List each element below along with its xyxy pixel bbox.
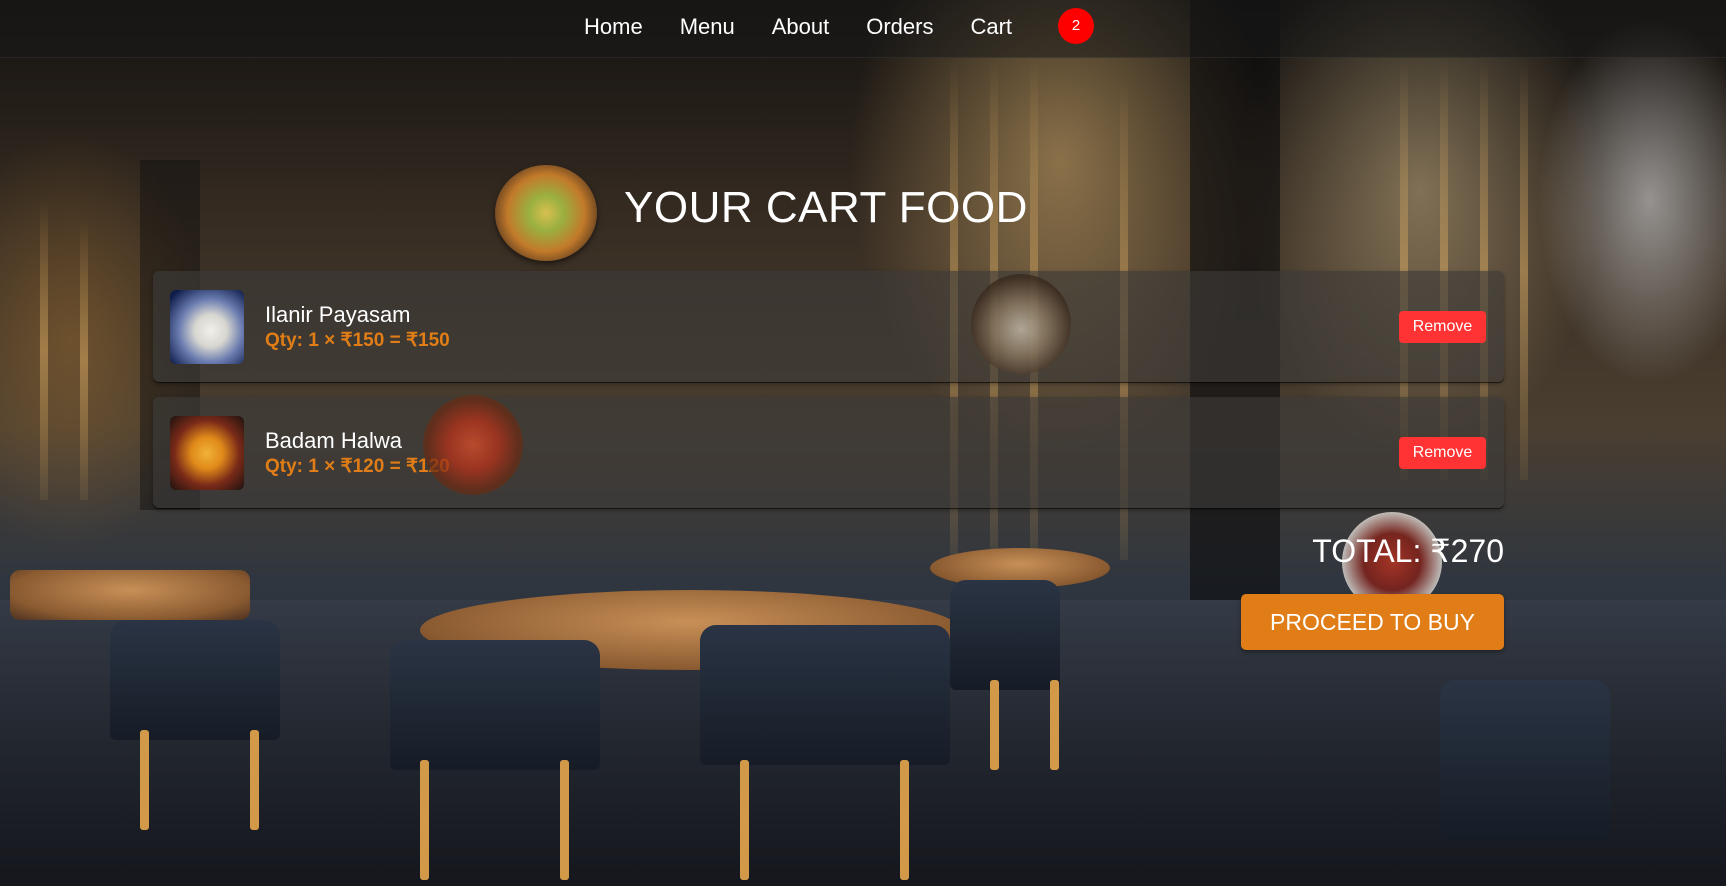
cart-item-list: Ilanir Payasam Qty: 1 × ₹150 = ₹150 Remo… <box>153 271 1504 523</box>
nav-menu-link[interactable]: Menu <box>680 14 735 40</box>
nav-orders-link[interactable]: Orders <box>866 14 933 40</box>
proceed-to-buy-button[interactable]: PROCEED TO BUY <box>1241 594 1504 650</box>
halwa-image <box>170 416 244 490</box>
chilli-chicken-image <box>423 395 523 495</box>
top-navbar: Home Menu About Orders Cart 2 <box>0 0 1726 58</box>
item-qty-price: Qty: 1 × ₹120 = ₹120 <box>265 456 450 477</box>
cart-total: TOTAL: ₹270 <box>1312 533 1504 569</box>
item-qty-price: Qty: 1 × ₹150 = ₹150 <box>265 330 450 351</box>
remove-item-button[interactable]: Remove <box>1399 437 1486 469</box>
nav-about-link[interactable]: About <box>772 14 830 40</box>
nav-cart-link[interactable]: Cart <box>970 14 1012 40</box>
cart-item-row: Badam Halwa Qty: 1 × ₹120 = ₹120 Remove <box>153 397 1504 508</box>
item-name: Ilanir Payasam <box>265 302 411 327</box>
filter-coffee-image <box>971 274 1071 374</box>
nav-links: Home Menu About Orders Cart <box>584 0 1012 54</box>
page-title: YOUR CART FOOD <box>624 183 1028 232</box>
nav-home-link[interactable]: Home <box>584 14 643 40</box>
cart-item-row: Ilanir Payasam Qty: 1 × ₹150 = ₹150 Remo… <box>153 271 1504 382</box>
payasam-image <box>170 290 244 364</box>
cart-count-badge: 2 <box>1058 8 1094 44</box>
remove-item-button[interactable]: Remove <box>1399 311 1486 343</box>
item-name: Badam Halwa <box>265 428 402 453</box>
biryani-bowl-image <box>495 165 597 261</box>
